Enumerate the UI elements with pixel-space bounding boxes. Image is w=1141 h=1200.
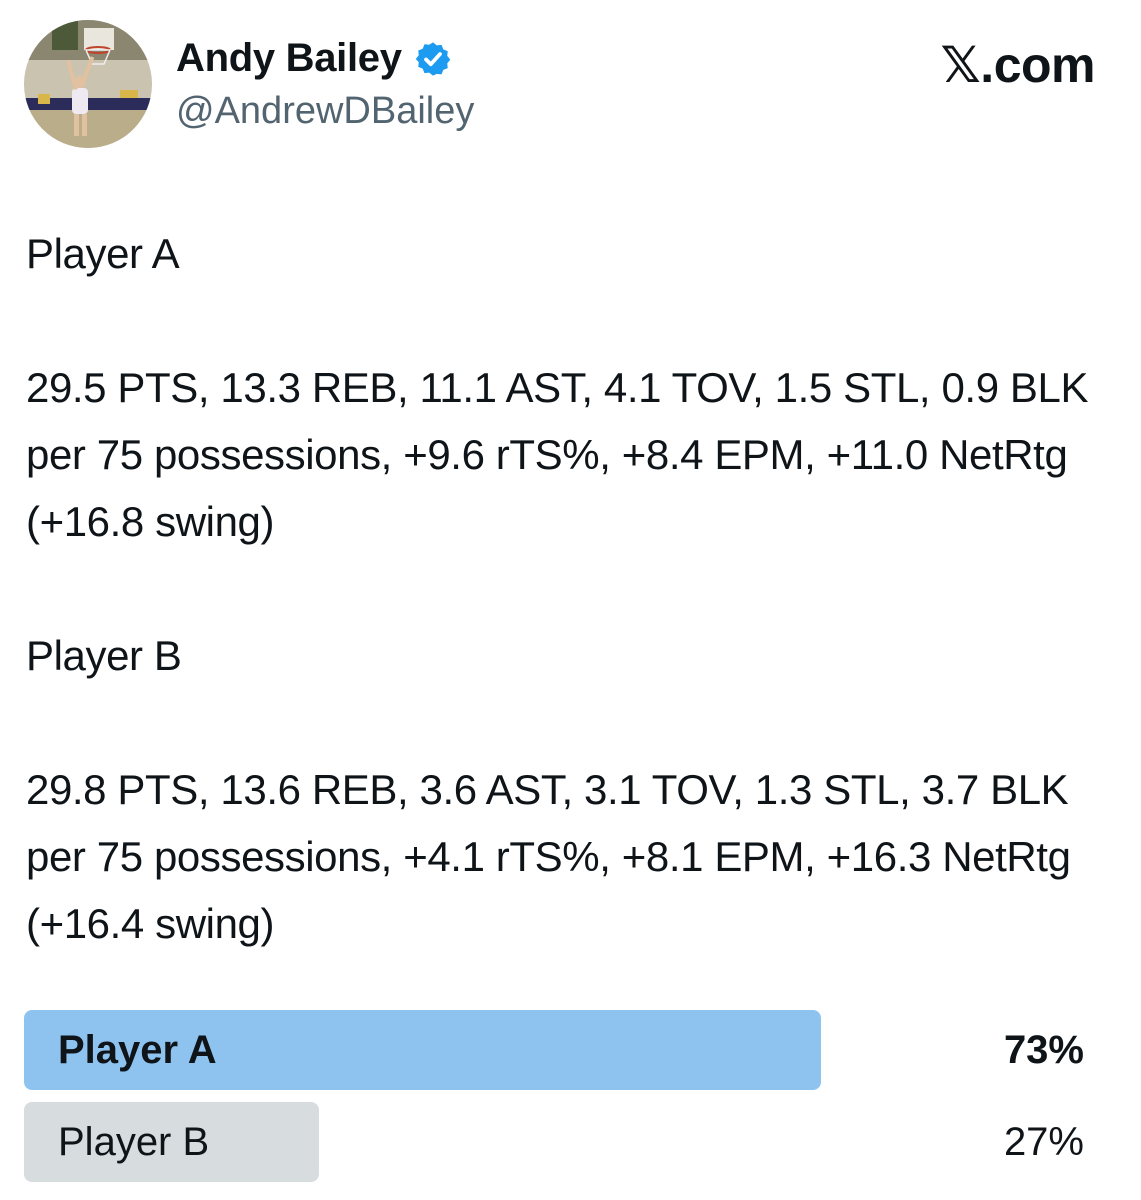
poll-option-percent: 73%	[1003, 1028, 1084, 1072]
brand-suffix: .com	[980, 37, 1095, 93]
brand-logo: 𝕏 .com	[941, 36, 1096, 94]
author-handle[interactable]: @AndrewDBailey	[176, 90, 474, 133]
poll-option-player-b[interactable]: Player B 27%	[24, 1102, 1116, 1182]
verified-badge-icon	[414, 40, 452, 78]
player-a-stats: 29.5 PTS, 13.3 REB, 11.1 AST, 4.1 TOV, 1…	[26, 364, 1089, 545]
poll-option-label: Player A	[58, 1028, 217, 1072]
x-logo-icon: 𝕏	[940, 36, 981, 94]
player-a-heading: Player A	[26, 230, 180, 277]
poll-option-player-a[interactable]: Player A 73%	[24, 1010, 1116, 1090]
tweet-header: Andy Bailey @AndrewDBailey 𝕏 .com	[0, 0, 1141, 160]
poll: Player A 73% Player B 27%	[24, 1010, 1116, 1194]
author-name[interactable]: Andy Bailey	[176, 36, 402, 81]
player-b-stats: 29.8 PTS, 13.6 REB, 3.6 AST, 3.1 TOV, 1.…	[26, 766, 1071, 947]
tweet-body: Player A 29.5 PTS, 13.3 REB, 11.1 AST, 4…	[26, 220, 1121, 957]
avatar[interactable]	[24, 20, 152, 148]
avatar-basketball-photo	[24, 20, 152, 148]
poll-option-label: Player B	[58, 1120, 210, 1164]
player-b-heading: Player B	[26, 632, 182, 679]
author-name-row[interactable]: Andy Bailey	[176, 36, 452, 81]
poll-option-percent: 27%	[1003, 1120, 1084, 1164]
